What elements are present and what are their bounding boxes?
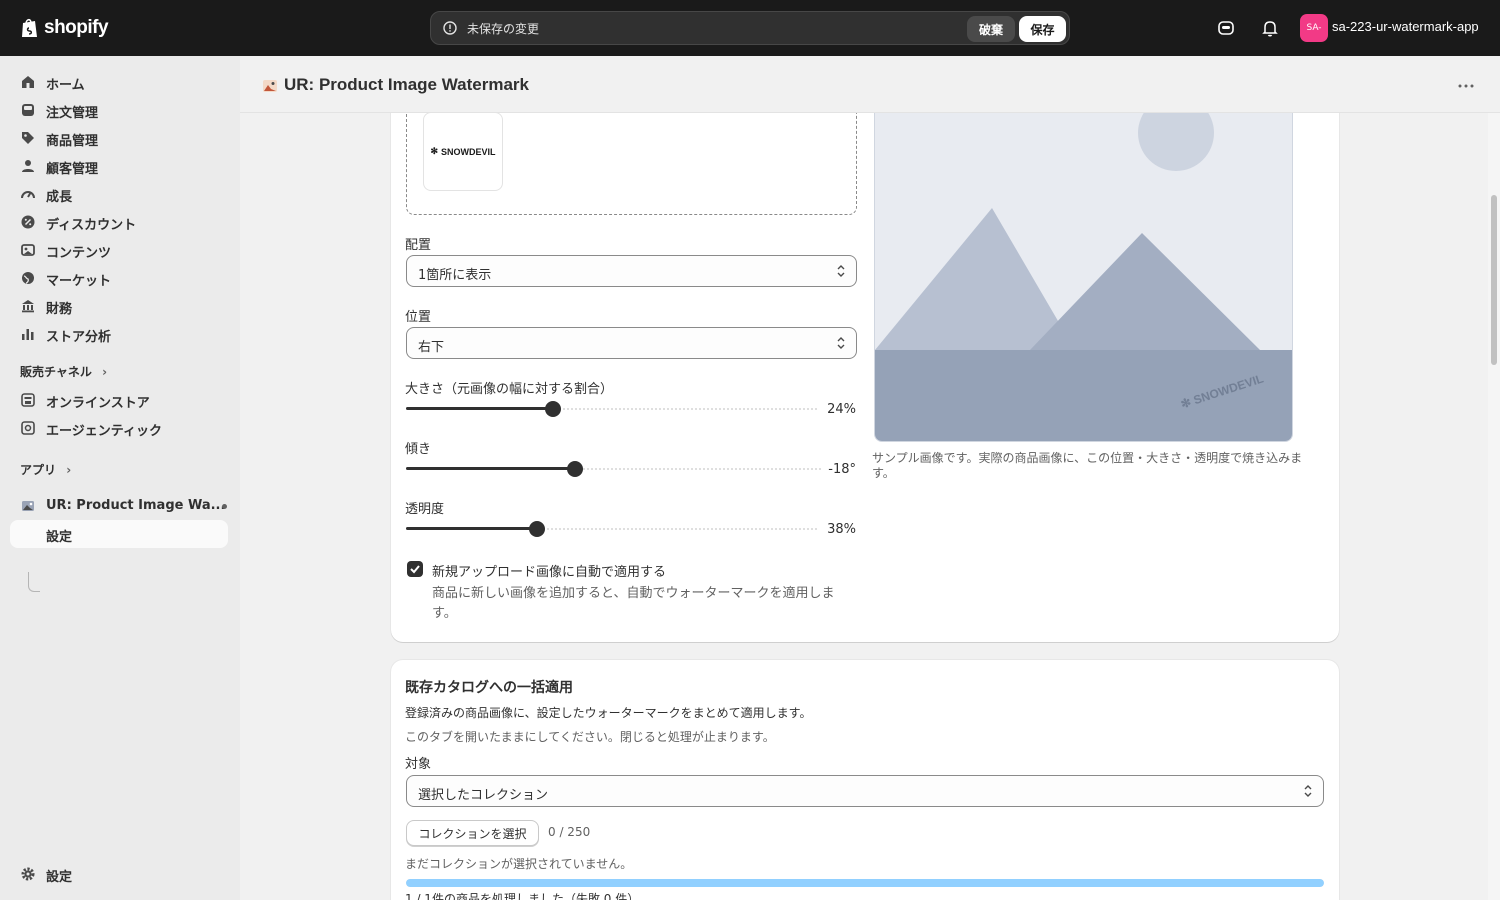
save-button[interactable]: 保存 <box>1019 16 1066 42</box>
tilt-label: 傾き <box>405 442 432 457</box>
sidebar-item-finance[interactable]: 財務 <box>10 292 228 320</box>
gauge-icon <box>21 191 35 199</box>
sidebar-item-products[interactable]: 商品管理 <box>10 124 228 152</box>
bulk-apply-note: このタブを開いたままにしてください。閉じると処理が止まります。 <box>405 730 775 744</box>
collection-count: 0 / 250 <box>548 825 591 839</box>
watermark-preview-image: ✻ SNOWDEVIL <box>874 113 1293 442</box>
size-slider[interactable] <box>406 401 819 417</box>
tilt-slider[interactable] <box>406 461 823 477</box>
placement-label: 配置 <box>405 238 432 253</box>
chart-icon <box>22 329 34 340</box>
slider-fill <box>406 467 575 470</box>
select-chevron-icon <box>837 265 845 277</box>
opacity-slider[interactable] <box>406 521 819 537</box>
checkmark-icon <box>410 565 420 574</box>
progress-fill <box>406 879 1324 887</box>
sidebar-item-home[interactable]: ホーム <box>10 68 228 96</box>
inbox-icon <box>22 104 34 116</box>
pin-dot <box>222 504 227 509</box>
home-icon <box>22 76 34 88</box>
sidekick-icon[interactable] <box>1216 18 1236 38</box>
bank-icon <box>22 300 34 313</box>
unsaved-changes-message: 未保存の変更 <box>467 22 540 36</box>
discount-icon <box>21 215 35 229</box>
auto-apply-label[interactable]: 新規アップロード画像に自動で適用する <box>432 561 666 580</box>
main-content: ✻ SNOWDEVIL 配置 1箇所に表示 位置 右下 大きさ（元画像の幅に対す… <box>240 56 1500 900</box>
globe-icon <box>22 272 34 284</box>
position-label: 位置 <box>405 310 432 325</box>
chevron-right-icon: › <box>66 463 72 477</box>
slider-handle[interactable] <box>529 521 546 537</box>
store-avatar[interactable]: SA- <box>1300 14 1328 42</box>
app-image-icon <box>22 501 34 511</box>
slider-fill <box>406 527 538 530</box>
app-image-icon <box>263 80 277 92</box>
sales-channels-heading[interactable]: 販売チャネル › <box>20 363 107 380</box>
sidebar-item-analytics[interactable]: ストア分析 <box>10 320 228 348</box>
tree-connector <box>28 572 40 592</box>
sidebar-item-orders[interactable]: 注文管理 <box>10 96 228 124</box>
select-chevron-icon <box>1304 785 1312 797</box>
tilt-value: -18° <box>828 462 856 477</box>
sidebar-item-content[interactable]: コンテンツ <box>10 236 228 264</box>
watermark-logo-thumbnail: ✻ SNOWDEVIL <box>423 112 503 191</box>
store-icon <box>21 393 35 407</box>
auto-apply-checkbox[interactable] <box>407 561 423 577</box>
main-scrollbar[interactable] <box>1488 113 1500 900</box>
bell-icon[interactable] <box>1260 18 1280 38</box>
sidebar-item-watermark-app[interactable]: UR: Product Image Wa... <box>10 492 228 520</box>
position-select[interactable]: 右下 <box>406 327 857 359</box>
sidebar-item-settings[interactable]: 設定 <box>10 860 228 888</box>
agentic-icon <box>21 421 35 435</box>
size-label: 大きさ（元画像の幅に対する割合） <box>405 382 614 397</box>
store-name[interactable]: sa-223-ur-watermark-app <box>1332 19 1479 34</box>
snowflake-icon: ✻ <box>430 146 439 156</box>
shopify-logo[interactable]: shopify <box>20 14 109 42</box>
chevron-right-icon: › <box>102 365 108 379</box>
slider-handle[interactable] <box>545 401 562 417</box>
top-bar: shopify 未保存の変更 破棄 保存 SA- sa-223-ur-water… <box>0 0 1500 56</box>
size-value: 24% <box>827 402 856 417</box>
tag-icon <box>22 132 34 144</box>
alert-circle-icon <box>443 21 457 35</box>
auto-apply-help-text: 商品に新しい画像を追加すると、自動でウォーターマークを適用します。 <box>432 586 835 621</box>
discard-button[interactable]: 破棄 <box>967 16 1015 42</box>
sidebar-item-customers[interactable]: 顧客管理 <box>10 152 228 180</box>
app-title-bar: UR: Product Image Watermark <box>240 56 1500 113</box>
target-label: 対象 <box>405 757 432 772</box>
preview-caption: サンプル画像です。実際の商品画像に、この位置・大きさ・透明度で焼き込みます。 <box>872 451 1303 480</box>
sidebar-item-online-store[interactable]: オンラインストア <box>10 386 228 414</box>
slider-handle[interactable] <box>566 461 583 477</box>
sidebar-item-growth[interactable]: 成長 <box>10 180 228 208</box>
select-chevron-icon <box>837 337 845 349</box>
logo-text: shopify <box>44 17 109 38</box>
opacity-value: 38% <box>827 522 856 537</box>
opacity-label: 透明度 <box>405 502 445 517</box>
target-select[interactable]: 選択したコレクション <box>406 775 1324 807</box>
progress-status: 1 / 1件の商品を処理しました（失敗 0 件） <box>405 892 640 900</box>
sidebar-item-markets[interactable]: マーケット <box>10 264 228 292</box>
sidebar: ホーム 注文管理 商品管理 顧客管理 成長 ディスカウント コンテンツ マーケッ… <box>0 56 240 900</box>
slider-fill <box>406 407 554 410</box>
sidebar-item-app-settings[interactable]: 設定 <box>10 520 228 548</box>
page-title: UR: Product Image Watermark <box>284 75 529 94</box>
content-icon <box>21 244 35 256</box>
sidebar-item-agentic[interactable]: エージェンティック <box>10 414 228 442</box>
shopify-bag-icon <box>22 18 37 37</box>
person-icon <box>22 160 34 172</box>
select-collection-button[interactable]: コレクションを選択 <box>406 820 539 846</box>
no-collection-message: まだコレクションが選択されていません。 <box>405 857 633 871</box>
contextual-save-bar: 未保存の変更 破棄 保存 <box>430 11 1070 45</box>
placement-select[interactable]: 1箇所に表示 <box>406 255 857 287</box>
bulk-apply-description: 登録済みの商品画像に、設定したウォーターマークをまとめて適用します。 <box>405 706 812 720</box>
bulk-progress-bar <box>406 879 1324 887</box>
more-actions-icon[interactable] <box>1456 78 1476 94</box>
scrollbar-thumb[interactable] <box>1491 195 1497 365</box>
bulk-apply-title: 既存カタログへの一括適用 <box>405 680 573 696</box>
sidebar-item-discounts[interactable]: ディスカウント <box>10 208 228 236</box>
apps-heading[interactable]: アプリ › <box>20 461 71 478</box>
gear-icon <box>21 867 35 881</box>
